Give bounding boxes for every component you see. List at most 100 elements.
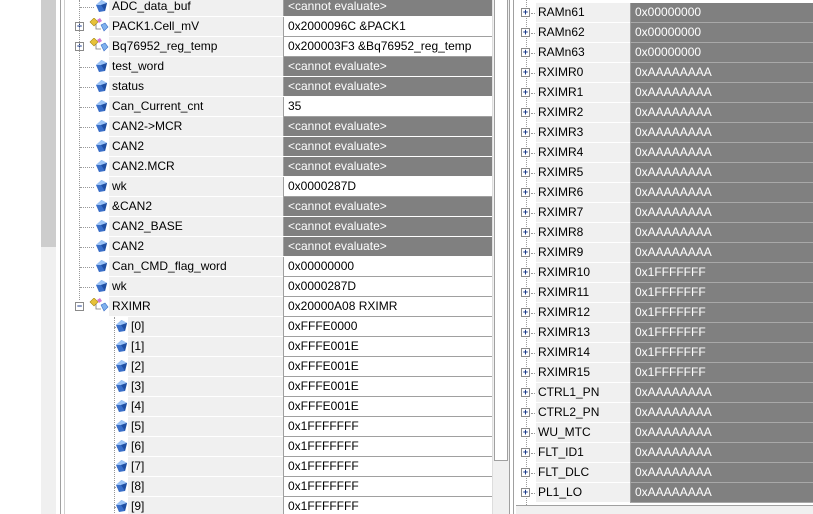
watch-name[interactable]: [1] — [128, 337, 283, 356]
splitter[interactable] — [509, 0, 510, 514]
expand-icon[interactable]: + — [521, 28, 530, 37]
expand-icon[interactable]: + — [521, 268, 530, 277]
watch-value[interactable]: 0xFFFE001E — [283, 337, 492, 357]
watch-name[interactable]: [4] — [128, 397, 283, 416]
watch-value[interactable]: <cannot evaluate> — [283, 197, 492, 216]
watch-row[interactable]: wk 0x0000287D — [66, 277, 492, 297]
expand-icon[interactable]: + — [521, 328, 530, 337]
expand-icon[interactable]: + — [521, 88, 530, 97]
watch-value[interactable]: 0x1FFFFFFF — [283, 497, 492, 514]
expand-icon[interactable]: + — [521, 208, 530, 217]
watch-value[interactable]: 0x0000287D — [283, 277, 492, 297]
watch-value[interactable]: 0x00000000 — [283, 257, 492, 277]
register-row[interactable]: + RXIMR0 0xAAAAAAAA — [516, 63, 813, 83]
watch-value[interactable]: 0x20000A08 RXIMR — [283, 297, 492, 317]
register-row[interactable]: + WU_MTC 0xAAAAAAAA — [516, 423, 813, 443]
register-value[interactable]: 0xAAAAAAAA — [630, 463, 813, 483]
watch-row[interactable]: [9] 0x1FFFFFFF — [66, 497, 492, 514]
register-value[interactable]: 0xAAAAAAAA — [630, 83, 813, 103]
watch-name[interactable]: &CAN2 — [109, 197, 283, 216]
register-name[interactable]: RXIMR1 — [536, 83, 630, 102]
expand-icon[interactable]: + — [521, 468, 530, 477]
watch-value[interactable]: 0x200003F3 &Bq76952_reg_temp — [283, 37, 492, 57]
register-value[interactable]: 0x1FFFFFFF — [630, 343, 813, 363]
register-value[interactable]: 0x00000000 — [630, 43, 813, 63]
register-name[interactable]: FLT_DLC — [536, 463, 630, 482]
watch-name[interactable]: [9] — [128, 497, 283, 514]
register-row[interactable]: + PL1_LO 0xAAAAAAAA — [516, 483, 813, 503]
expand-icon[interactable]: + — [521, 168, 530, 177]
watch-name[interactable]: [6] — [128, 437, 283, 456]
register-row[interactable]: + RXIMR5 0xAAAAAAAA — [516, 163, 813, 183]
expand-icon[interactable]: + — [521, 408, 530, 417]
register-value[interactable]: 0xAAAAAAAA — [630, 183, 813, 203]
watch-row[interactable]: [1] 0xFFFE001E — [66, 337, 492, 357]
watch-name[interactable]: CAN2 — [109, 237, 283, 256]
watch-value[interactable]: 0xFFFE0000 — [283, 317, 492, 337]
watch-row[interactable]: wk 0x0000287D — [66, 177, 492, 197]
register-name[interactable]: FLT_ID1 — [536, 443, 630, 462]
register-name[interactable]: RXIMR12 — [536, 303, 630, 322]
register-row[interactable]: + RXIMR3 0xAAAAAAAA — [516, 123, 813, 143]
register-row[interactable]: + FLT_DLC 0xAAAAAAAA — [516, 463, 813, 483]
watch-name[interactable]: CAN2 — [109, 137, 283, 156]
watch-row[interactable]: [8] 0x1FFFFFFF — [66, 477, 492, 497]
watch-value[interactable]: 0xFFFE001E — [283, 397, 492, 417]
watch-value[interactable]: <cannot evaluate> — [283, 157, 492, 176]
register-row[interactable]: + FLT_ID1 0xAAAAAAAA — [516, 443, 813, 463]
register-name[interactable]: WU_MTC — [536, 423, 630, 442]
watch-value[interactable]: 0x1FFFFFFF — [283, 457, 492, 477]
register-name[interactable]: RXIMR4 — [536, 143, 630, 162]
watch-value[interactable]: <cannot evaluate> — [283, 0, 492, 16]
register-value[interactable]: 0xAAAAAAAA — [630, 103, 813, 123]
register-name[interactable]: RXIMR7 — [536, 203, 630, 222]
watch-name[interactable]: Can_CMD_flag_word — [109, 257, 283, 276]
register-name[interactable]: RAMn62 — [536, 23, 630, 42]
watch-row[interactable]: + PACK1.Cell_mV 0x2000096C &PACK1 — [66, 17, 492, 37]
register-row[interactable]: + RXIMR6 0xAAAAAAAA — [516, 183, 813, 203]
expand-icon[interactable]: + — [521, 8, 530, 17]
expand-icon[interactable]: + — [521, 308, 530, 317]
watch-name[interactable]: [5] — [128, 417, 283, 436]
watch-name[interactable]: [0] — [128, 317, 283, 336]
register-name[interactable]: RXIMR10 — [536, 263, 630, 282]
watch-name[interactable]: wk — [109, 277, 283, 296]
watch-name[interactable]: wk — [109, 177, 283, 196]
register-name[interactable]: RXIMR13 — [536, 323, 630, 342]
left-scrollbar[interactable] — [41, 0, 56, 514]
watch-row[interactable]: CAN2_BASE <cannot evaluate> — [66, 217, 492, 237]
expand-icon[interactable]: + — [521, 228, 530, 237]
register-value[interactable]: 0x00000000 — [630, 3, 813, 23]
expand-icon[interactable]: + — [521, 68, 530, 77]
expand-icon[interactable]: + — [521, 188, 530, 197]
watch-name[interactable]: [8] — [128, 477, 283, 496]
register-name[interactable]: CTRL1_PN — [536, 383, 630, 402]
register-row[interactable]: + RXIMR2 0xAAAAAAAA — [516, 103, 813, 123]
watch-name[interactable]: Can_Current_cnt — [109, 97, 283, 116]
expand-icon[interactable]: + — [521, 388, 530, 397]
watch-row[interactable]: [0] 0xFFFE0000 — [66, 317, 492, 337]
watch-row[interactable]: CAN2 <cannot evaluate> — [66, 237, 492, 257]
register-value[interactable]: 0xAAAAAAAA — [630, 143, 813, 163]
register-name[interactable]: RXIMR14 — [536, 343, 630, 362]
register-value[interactable]: 0x1FFFFFFF — [630, 283, 813, 303]
watch-name[interactable]: CAN2->MCR — [109, 117, 283, 136]
watch-row[interactable]: ADC_data_buf <cannot evaluate> — [66, 0, 492, 17]
register-row[interactable]: + RXIMR7 0xAAAAAAAA — [516, 203, 813, 223]
register-value[interactable]: 0x1FFFFFFF — [630, 303, 813, 323]
watch-row[interactable]: CAN2 <cannot evaluate> — [66, 137, 492, 157]
register-name[interactable]: RXIMR9 — [536, 243, 630, 262]
expand-icon[interactable]: + — [521, 348, 530, 357]
expand-icon[interactable]: + — [521, 488, 530, 497]
register-row[interactable]: + RXIMR15 0x1FFFFFFF — [516, 363, 813, 383]
watch-row[interactable]: CAN2->MCR <cannot evaluate> — [66, 117, 492, 137]
watch-name[interactable]: [3] — [128, 377, 283, 396]
register-value[interactable]: 0xAAAAAAAA — [630, 203, 813, 223]
watch-row[interactable]: [4] 0xFFFE001E — [66, 397, 492, 417]
register-name[interactable]: RAMn63 — [536, 43, 630, 62]
watch-value[interactable]: 0x1FFFFFFF — [283, 437, 492, 457]
register-value[interactable]: 0x1FFFFFFF — [630, 363, 813, 383]
expand-icon[interactable]: + — [521, 448, 530, 457]
watch-value[interactable]: <cannot evaluate> — [283, 57, 492, 76]
register-value[interactable]: 0xAAAAAAAA — [630, 403, 813, 423]
